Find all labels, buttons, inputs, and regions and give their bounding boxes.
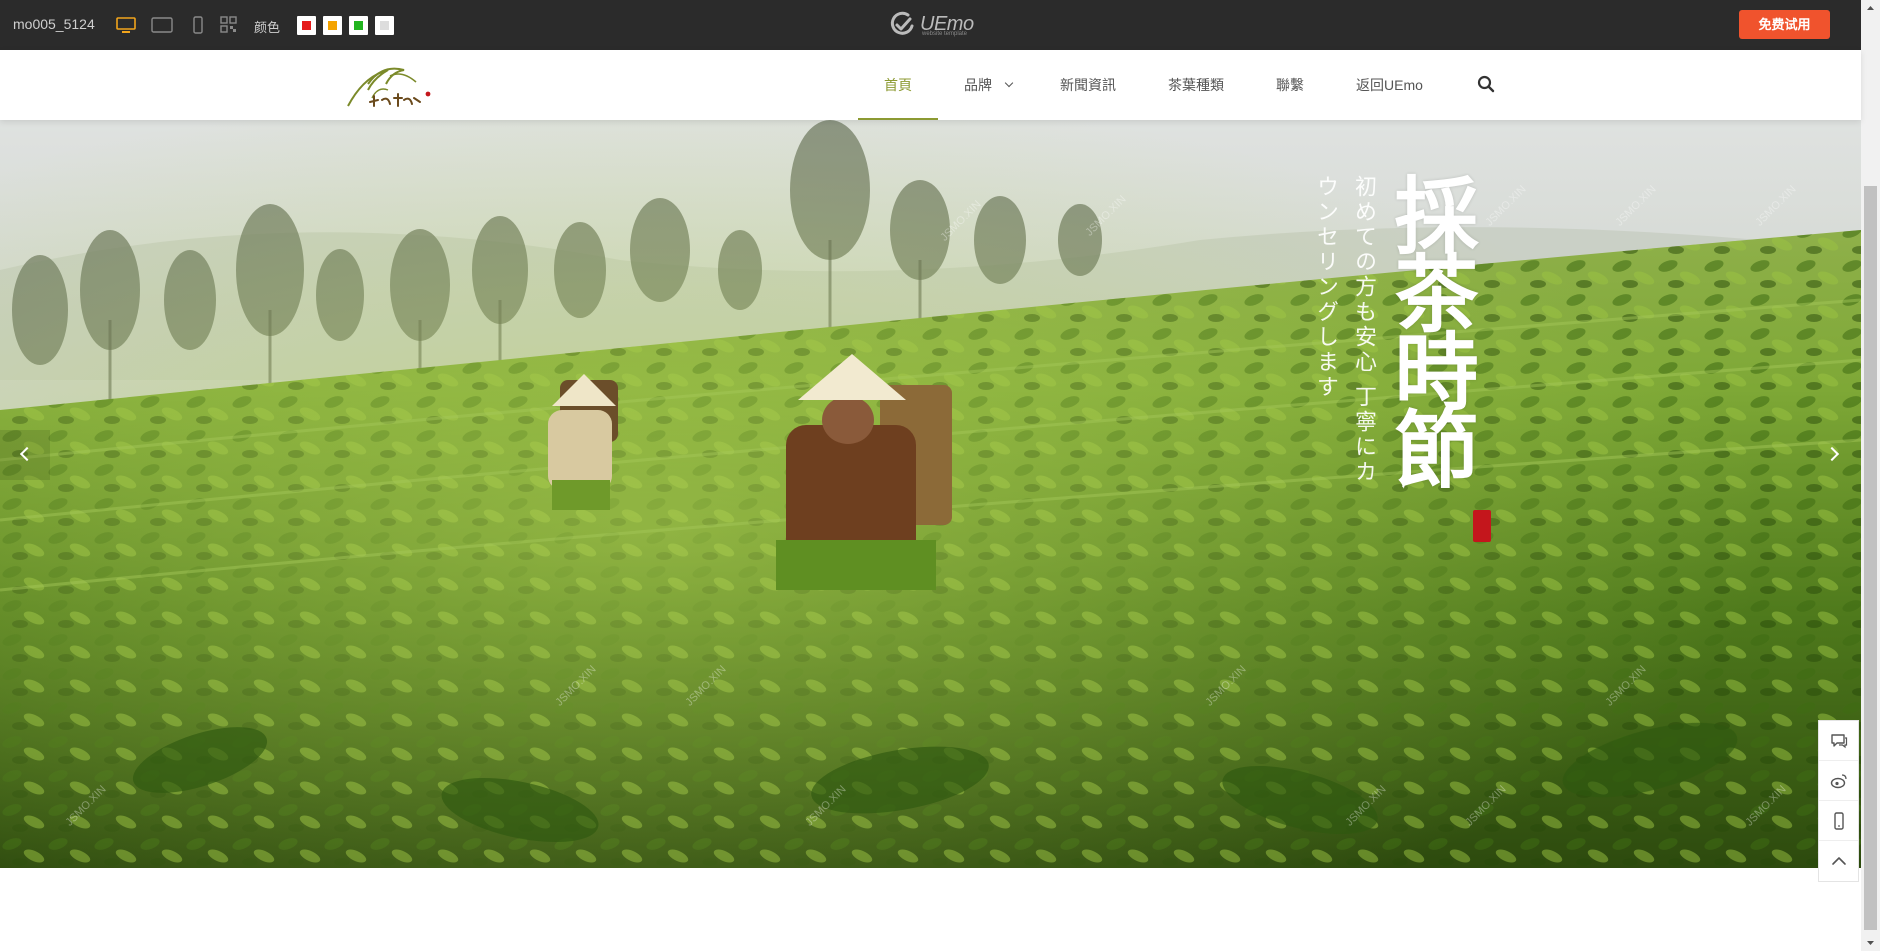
mobile-icon [1833, 811, 1844, 830]
slider-next-button[interactable] [1811, 430, 1861, 480]
color-swatch-green[interactable] [349, 16, 368, 35]
desktop-icon[interactable] [116, 15, 136, 35]
nav-item-news[interactable]: 新聞資訊 [1034, 50, 1142, 120]
template-code: mo005_5124 [13, 16, 95, 32]
page-scrollbar[interactable] [1861, 0, 1880, 951]
color-swatch-white[interactable] [375, 16, 394, 35]
site-header: 首頁 品牌 新聞資訊 茶葉種類 聯繫 返回UEmo [0, 50, 1861, 120]
uemo-logo-icon [890, 11, 914, 35]
scroll-down-icon[interactable] [1861, 934, 1880, 951]
back-to-top-icon [1831, 857, 1846, 865]
preview-toolbar: mo005_5124 颜色 UEmo website template 免费试用 [0, 0, 1861, 50]
back-to-top-button[interactable] [1819, 841, 1858, 881]
scrollbar-thumb[interactable] [1864, 186, 1877, 930]
nav-item-label: 品牌 [964, 77, 992, 93]
color-swatch-red[interactable] [297, 16, 316, 35]
slider-prev-button[interactable] [0, 430, 50, 480]
scroll-up-icon[interactable] [1861, 0, 1880, 17]
tablet-icon[interactable] [151, 15, 173, 35]
next-arrow-icon [1824, 446, 1840, 462]
prev-arrow-icon [19, 446, 35, 462]
chat-button[interactable] [1819, 721, 1858, 761]
weibo-icon [1830, 773, 1847, 788]
nav-item-tea-types[interactable]: 茶葉種類 [1142, 50, 1250, 120]
tea-field-photo [0, 120, 1861, 868]
uemo-logo-tagline: website template [922, 31, 968, 37]
nav-item-label: 首頁 [884, 77, 912, 93]
uemo-logo[interactable]: UEmo website template [888, 9, 974, 39]
nav-item-contact[interactable]: 聯繫 [1250, 50, 1330, 120]
qr-code-icon[interactable] [220, 15, 238, 35]
main-nav: 首頁 品牌 新聞資訊 茶葉種類 聯繫 返回UEmo [858, 50, 1449, 120]
nav-item-label: 茶葉種類 [1168, 77, 1224, 93]
chat-icon [1830, 733, 1847, 748]
hero-slider: JSMO.XIN JSMO.XIN JSMO.XIN JSMO.XIN JSMO… [0, 120, 1861, 868]
hero-title: 採茶時節 [1381, 172, 1480, 484]
nav-item-back-uemo[interactable]: 返回UEmo [1330, 50, 1449, 120]
color-swatch-orange[interactable] [323, 16, 342, 35]
side-float-tools [1818, 720, 1859, 882]
nav-item-label: 聯繫 [1276, 77, 1304, 93]
color-label: 颜色 [254, 20, 281, 35]
search-icon[interactable] [1477, 75, 1495, 93]
brand-logo[interactable] [344, 56, 434, 112]
nav-item-brand[interactable]: 品牌 [938, 50, 1034, 120]
nav-item-label: 新聞資訊 [1060, 77, 1116, 93]
nav-item-home[interactable]: 首頁 [858, 50, 938, 120]
chevron-down-icon [1004, 78, 1014, 88]
red-seal-stamp [1473, 510, 1491, 542]
hero-subtitle: 初めての方も安心 丁寧にカウンセリングします [1313, 175, 1376, 485]
weibo-button[interactable] [1819, 761, 1858, 801]
phone-icon[interactable] [192, 15, 204, 35]
free-trial-button[interactable]: 免费试用 [1739, 10, 1830, 39]
mobile-button[interactable] [1819, 801, 1858, 841]
nav-item-label: 返回UEmo [1356, 77, 1423, 93]
